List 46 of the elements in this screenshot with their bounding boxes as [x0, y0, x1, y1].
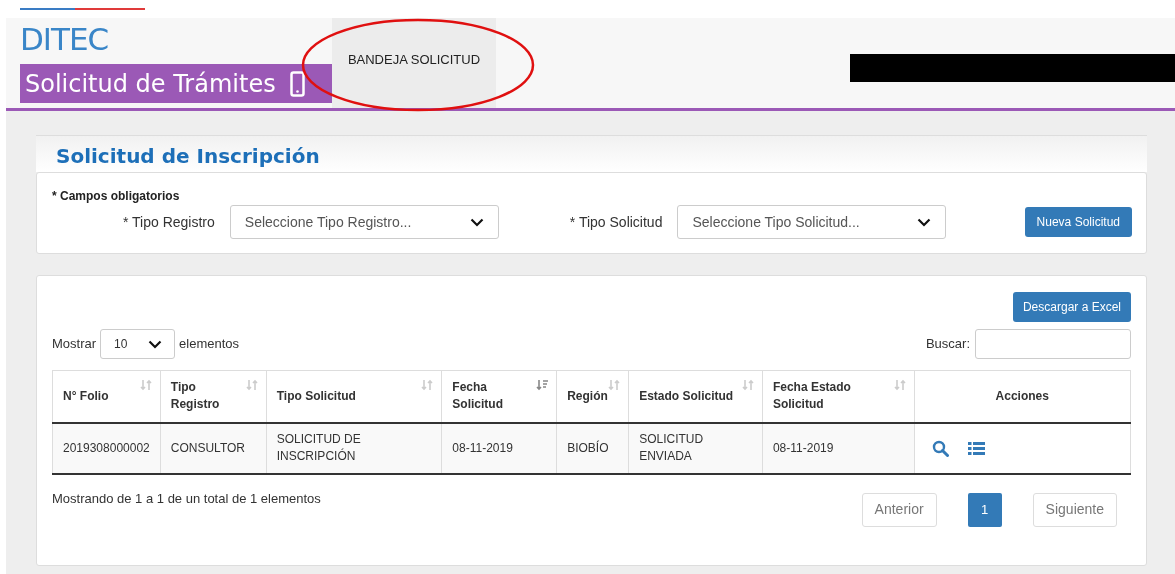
sort-icon	[741, 379, 754, 391]
list-icon[interactable]	[967, 440, 985, 456]
column-header: Acciones	[914, 370, 1131, 423]
table-cell: 2019308000002	[52, 422, 161, 474]
table-cell: SOLICITUD ENVIADA	[628, 422, 763, 474]
sort-icon	[421, 379, 434, 391]
select-field[interactable]: Seleccione Tipo Solicitud...	[677, 205, 947, 239]
brand-logo-text: DITEC	[20, 20, 110, 58]
sort-icon	[139, 379, 152, 391]
app-title: Solicitud de Trámites	[25, 68, 276, 100]
search-label: Buscar:	[925, 335, 970, 354]
table-cell: 08-11-2019	[441, 422, 557, 474]
field-label: * Tipo Solicitud	[569, 212, 663, 232]
chevron-down-icon	[469, 217, 484, 227]
length-label: Mostrar	[52, 335, 97, 354]
table-cell: BIOBÍO	[556, 422, 629, 474]
sort-icon	[608, 379, 621, 391]
table-cell: CONSULTOR	[160, 422, 267, 474]
search-field[interactable]	[975, 329, 1131, 359]
select-field[interactable]: Seleccione Tipo Registro...	[229, 205, 499, 239]
page-title: Solicitud de Inscripción	[56, 143, 320, 170]
table-cell: SOLICITUD DE INSCRIPCIÓN	[266, 422, 442, 474]
sort-descending-icon	[536, 379, 549, 391]
nav-tab[interactable]: BANDEJA SOLICITUD	[332, 18, 496, 108]
new-request-button[interactable]: Nueva Solicitud	[1024, 207, 1132, 237]
column-header[interactable]: Región	[556, 370, 629, 423]
sort-icon	[893, 379, 906, 391]
required-fields-note: * Campos obligatorios	[52, 189, 181, 203]
sort-icon	[245, 379, 258, 391]
table-info: Mostrando de 1 a 1 de un total de 1 elementos	[52, 489, 321, 508]
column-header[interactable]: Tipo Solicitud	[266, 370, 442, 423]
column-header[interactable]: Estado Solicitud	[628, 370, 763, 423]
column-header[interactable]: Fecha Estado Solicitud	[762, 370, 915, 423]
field-label: * Tipo Registro	[123, 212, 215, 232]
column-header[interactable]: Fecha Solicitud	[441, 370, 557, 423]
table-cell: 08-11-2019	[762, 422, 915, 474]
search-icon[interactable]	[931, 439, 949, 457]
chevron-down-icon	[917, 217, 932, 227]
length-label: elementos	[179, 335, 240, 354]
export-excel-button[interactable]: Descargar a Excel	[1012, 292, 1131, 322]
column-header[interactable]: N° Folio	[52, 370, 161, 423]
column-header[interactable]: Tipo Registro	[160, 370, 267, 423]
page-length-select[interactable]: 10	[100, 329, 176, 359]
chevron-down-icon	[148, 339, 163, 349]
page-number-button[interactable]: 1	[967, 492, 1002, 527]
mobile-phone-icon	[289, 70, 305, 97]
